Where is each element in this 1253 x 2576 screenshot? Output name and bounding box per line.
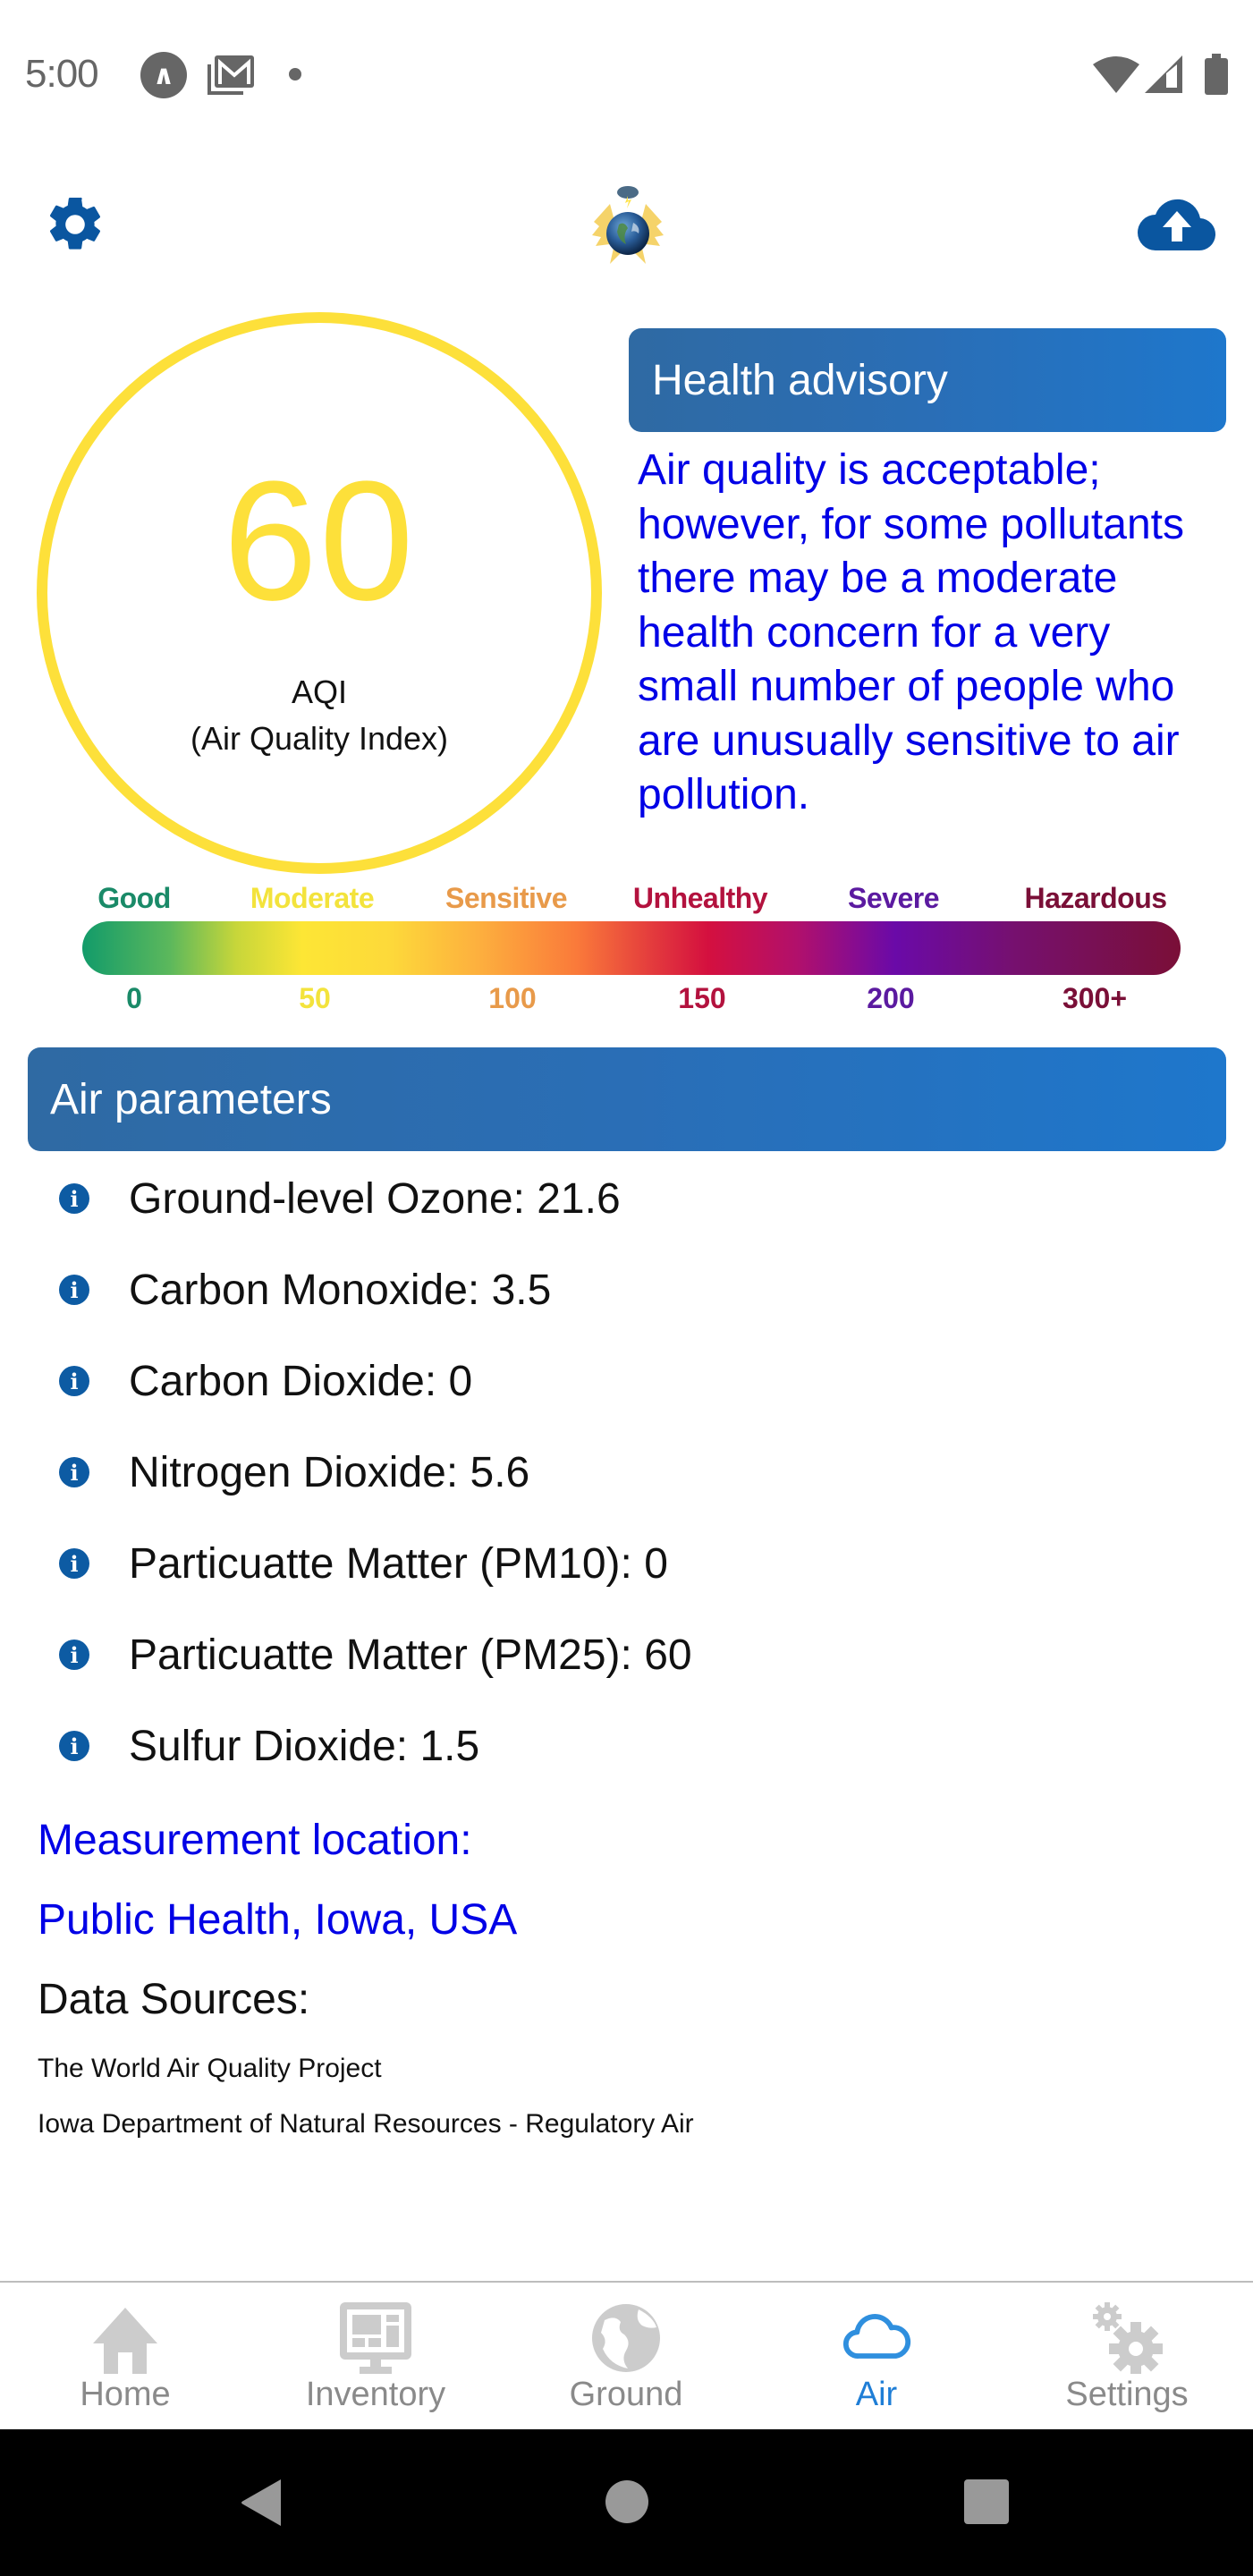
scale-label-sensitive: Sensitive [444, 882, 568, 914]
home-icon [93, 2308, 157, 2374]
nav-tab-settings[interactable]: Settings [1002, 2283, 1252, 2431]
param-row-nitrogen-dioxide: i Nitrogen Dioxide: 5.6 [0, 1428, 1253, 1517]
gear-icon[interactable] [43, 192, 107, 257]
nav-tab-ground[interactable]: Ground [501, 2283, 751, 2431]
air-parameters-header: Air parameters [28, 1047, 1226, 1151]
param-text: Sulfur Dioxide: 1.5 [129, 1722, 480, 1770]
data-source-item: Iowa Department of Natural Resources - R… [38, 2109, 694, 2139]
data-source-item: The World Air Quality Project [38, 2054, 382, 2083]
param-text: Ground-level Ozone: 21.6 [129, 1174, 621, 1223]
scale-label-severe: Severe [848, 882, 939, 914]
info-icon[interactable]: i [59, 1731, 89, 1761]
info-icon[interactable]: i [59, 1457, 89, 1487]
param-text: Carbon Dioxide: 0 [129, 1357, 473, 1405]
battery-icon [1205, 54, 1228, 95]
scale-value-unhealthy: 150 [678, 982, 726, 1014]
param-text: Particuatte Matter (PM25): 60 [129, 1631, 692, 1679]
gmail-icon [207, 55, 254, 95]
aqi-gradient-bar [82, 921, 1181, 975]
nav-label-settings: Settings [1065, 2376, 1189, 2413]
monitor-icon [340, 2302, 411, 2374]
nav-label-air: Air [855, 2376, 898, 2413]
info-icon[interactable]: i [59, 1366, 89, 1396]
scale-value-severe: 200 [867, 982, 915, 1014]
info-icon[interactable]: i [59, 1548, 89, 1579]
wifi-icon [1093, 56, 1139, 93]
scale-value-moderate: 50 [299, 982, 331, 1014]
system-navigation-bar [0, 2429, 1253, 2576]
recents-icon[interactable] [964, 2479, 1009, 2524]
health-advisory-text: Air quality is acceptable; however, for … [638, 446, 1184, 818]
aqi-value: 60 [223, 446, 416, 636]
scale-label-moderate: Moderate [250, 882, 375, 914]
aqi-label-short: AQI [291, 674, 347, 710]
a-notification-icon: ∧ [140, 52, 187, 98]
aqi-label-long: (Air Quality Index) [190, 720, 449, 757]
nav-label-home: Home [80, 2376, 171, 2413]
bottom-navigation: Home Inventory Ground Air Settings [0, 2281, 1253, 2429]
globe-icon [592, 2304, 660, 2372]
nav-tab-air[interactable]: Air [751, 2283, 1002, 2431]
param-text: Particuatte Matter (PM10): 0 [129, 1539, 668, 1588]
nav-tab-inventory[interactable]: Inventory [250, 2283, 501, 2431]
measurement-location-value: Public Health, Iowa, USA [38, 1896, 518, 1944]
param-text: Nitrogen Dioxide: 5.6 [129, 1448, 530, 1496]
param-row-carbon-dioxide: i Carbon Dioxide: 0 [0, 1336, 1253, 1426]
nav-label-inventory: Inventory [305, 2376, 446, 2413]
param-row-pm25: i Particuatte Matter (PM25): 60 [0, 1610, 1253, 1699]
scale-value-hazardous: 300+ [1062, 982, 1128, 1014]
scale-value-sensitive: 100 [488, 982, 537, 1014]
nav-label-ground: Ground [569, 2376, 683, 2413]
health-advisory-title: Health advisory [652, 356, 948, 404]
cell-signal-icon [1145, 55, 1182, 93]
info-icon[interactable]: i [59, 1640, 89, 1670]
cloud-upload-icon[interactable] [1138, 199, 1216, 252]
scale-label-hazardous: Hazardous [1024, 882, 1167, 914]
param-row-pm10: i Particuatte Matter (PM10): 0 [0, 1519, 1253, 1608]
aqi-label: AQI (Air Quality Index) [37, 669, 602, 762]
nav-tab-home[interactable]: Home [0, 2283, 250, 2431]
param-text: Carbon Monoxide: 3.5 [129, 1266, 552, 1314]
health-advisory-header: Health advisory [629, 328, 1226, 432]
home-button-icon[interactable] [605, 2479, 649, 2524]
scale-value-good: 0 [126, 982, 142, 1014]
cloud-icon [842, 2314, 911, 2359]
status-bar: 5:00 ∧ [0, 0, 1253, 143]
scale-label-good: Good [97, 882, 171, 914]
back-icon[interactable] [238, 2478, 284, 2528]
scale-label-unhealthy: Unhealthy [632, 882, 768, 914]
notification-dot-icon [289, 68, 301, 80]
status-time: 5:00 [25, 52, 99, 96]
param-row-ozone: i Ground-level Ozone: 21.6 [0, 1154, 1253, 1243]
data-sources-title: Data Sources: [38, 1976, 310, 2023]
info-icon[interactable]: i [59, 1183, 89, 1214]
air-parameters-title: Air parameters [50, 1075, 332, 1123]
info-icon[interactable]: i [59, 1275, 89, 1305]
measurement-location-label: Measurement location: [38, 1817, 472, 1864]
param-row-sulfur-dioxide: i Sulfur Dioxide: 1.5 [0, 1701, 1253, 1791]
gears-icon [1093, 2302, 1163, 2374]
aqi-scale: Good Moderate Sensitive Unhealthy Severe… [0, 877, 1253, 1020]
param-row-carbon-monoxide: i Carbon Monoxide: 3.5 [0, 1245, 1253, 1335]
earth-wings-logo [592, 186, 664, 264]
